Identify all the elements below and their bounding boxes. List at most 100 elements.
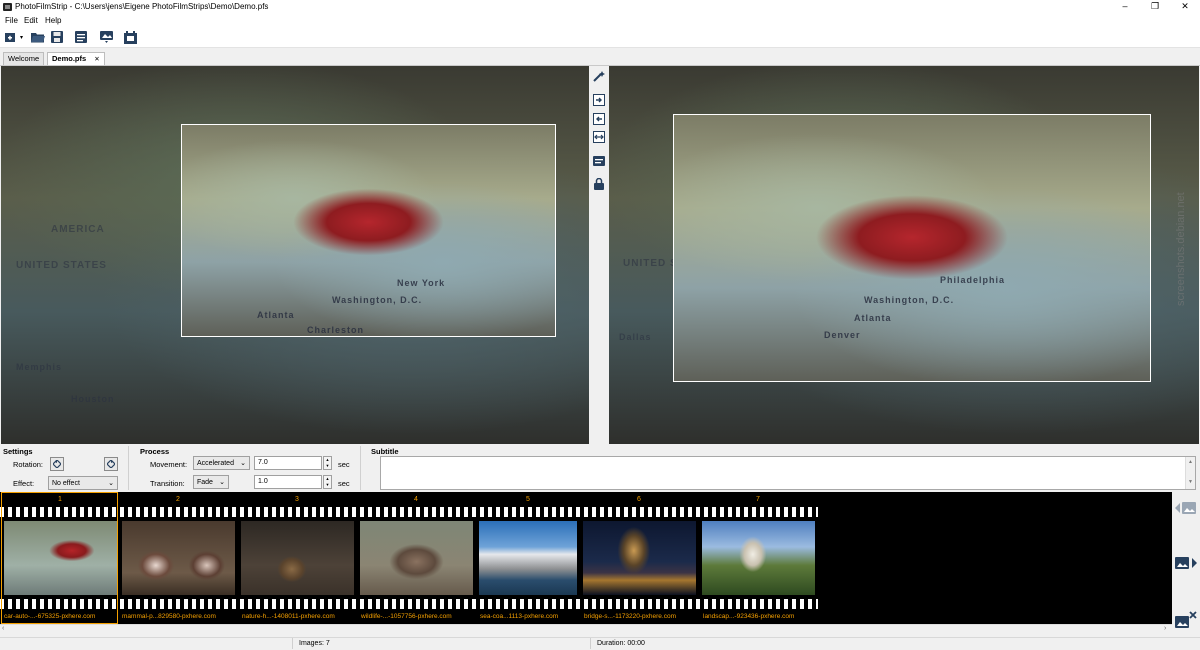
effect-select[interactable]: No effect ⌄ — [48, 476, 118, 490]
menu-bar — [0, 14, 1200, 26]
movement-label: Movement: — [150, 460, 188, 469]
thumbnail-caption: sea-coa...1113-pxhere.com — [480, 613, 559, 620]
transition-unit: sec — [338, 479, 350, 488]
movement-duration-input[interactable]: 7.0 — [254, 456, 322, 470]
status-divider — [292, 638, 293, 649]
start-selection-frame[interactable]: Washington, D.C. Atlanta New York Charle… — [181, 124, 556, 337]
thumbnail-sea-coast[interactable] — [479, 521, 577, 595]
map-label: Washington, D.C. — [332, 295, 423, 305]
tab-demo[interactable]: Demo.pfs ✕ — [47, 52, 105, 65]
subtitle-textarea[interactable] — [380, 456, 1196, 490]
remove-image-icon[interactable] — [1174, 609, 1198, 631]
map-label: Philadelphia — [940, 275, 1006, 285]
movement-duration-spinner[interactable]: ▲ ▼ — [323, 456, 332, 470]
save-icon[interactable] — [50, 30, 64, 44]
frame-number: 3 — [295, 496, 299, 503]
map-label: UNITED STATES — [16, 260, 107, 271]
move-image-left-icon[interactable] — [1174, 497, 1198, 519]
menu-edit[interactable]: Edit — [24, 16, 38, 25]
transition-value: Fade — [197, 478, 213, 486]
thumbnail-bridge[interactable] — [583, 521, 696, 595]
map-label: AMERICA — [51, 224, 105, 235]
minimize-button[interactable]: – — [1110, 0, 1140, 14]
process-header: Process — [140, 447, 170, 456]
rotate-left-button[interactable] — [50, 457, 64, 471]
window-title: PhotoFilmStrip - C:\Users\jens\Eigene Ph… — [15, 2, 269, 11]
thumbnail-caption: car-auto-...-675325-pxhere.com — [4, 613, 96, 620]
lock-icon[interactable] — [593, 178, 605, 190]
movement-select[interactable]: Accelerated ⌄ — [193, 456, 250, 470]
filmstrip-scrollbar[interactable] — [0, 624, 1172, 636]
thumbnail-caption: mammal-p...829580-pxhere.com — [122, 613, 216, 620]
thumbnail-caption: bridge-s...-1173220-pxhere.com — [584, 613, 677, 620]
rotation-label: Rotation: — [13, 460, 44, 469]
map-label: Denver — [824, 330, 861, 340]
movement-unit: sec — [338, 460, 350, 469]
new-dropdown-icon[interactable]: ▾ — [20, 34, 23, 41]
tab-welcome[interactable]: Welcome — [3, 52, 45, 65]
render-film-icon[interactable] — [123, 30, 137, 44]
thumbnail-monkeys[interactable] — [360, 521, 473, 595]
end-rect-preview[interactable]: UNITED STATES Dallas Washington, D.C. Ph… — [609, 66, 1199, 444]
subtitle-header: Subtitle — [371, 447, 399, 456]
map-label: Houston — [71, 394, 115, 404]
frame-number: 7 — [756, 496, 760, 503]
frame-number: 4 — [414, 496, 418, 503]
tab-strip — [0, 48, 1200, 66]
close-tab-icon[interactable]: ✕ — [94, 56, 99, 63]
chevron-down-icon: ⌄ — [219, 479, 225, 486]
settings-header: Settings — [3, 447, 33, 456]
magic-wand-icon[interactable] — [593, 70, 605, 82]
film-perforation-top — [0, 507, 818, 517]
duration-status: Duration: 00:00 — [597, 640, 645, 647]
subtitle-scrollbar[interactable]: ▲ ▼ — [1185, 457, 1195, 489]
open-folder-icon[interactable] — [31, 30, 45, 44]
rotate-left-icon — [53, 460, 61, 468]
movement-value: Accelerated — [197, 459, 234, 467]
copy-to-start-icon[interactable] — [593, 113, 605, 125]
swap-rects-icon[interactable] — [593, 131, 605, 143]
map-label: Charleston — [307, 325, 365, 335]
transition-duration-input[interactable]: 1.0 — [254, 475, 322, 489]
tab-label: Welcome — [8, 54, 40, 63]
close-window-button[interactable]: ✕ — [1170, 0, 1200, 14]
thumbnail-landscape[interactable] — [702, 521, 815, 595]
scroll-left-icon[interactable]: ‹ — [2, 625, 4, 632]
film-perforation-bottom — [0, 599, 818, 609]
slideshow-icon[interactable] — [99, 30, 113, 44]
thumbnail-caption: wildlife-...-1057756-pxhere.com — [361, 613, 452, 620]
maximize-button[interactable]: ❐ — [1140, 0, 1170, 14]
chevron-down-icon: ⌄ — [108, 480, 114, 487]
subtitle-tool-icon[interactable] — [593, 155, 605, 167]
end-selection-frame[interactable]: Washington, D.C. Philadelphia Atlanta De… — [673, 114, 1151, 382]
copy-to-end-icon[interactable] — [593, 94, 605, 106]
rotate-right-icon — [107, 460, 115, 468]
map-label: New York — [397, 278, 446, 288]
thumbnail-squirrel[interactable] — [241, 521, 354, 595]
frame-number: 2 — [176, 496, 180, 503]
divider — [360, 446, 361, 490]
divider — [128, 446, 129, 490]
thumbnail-pigs[interactable] — [122, 521, 235, 595]
selection-image — [674, 115, 1150, 381]
scroll-right-icon[interactable]: › — [1164, 625, 1166, 632]
watermark-text: screenshots.debian.net — [1175, 192, 1187, 306]
new-project-icon[interactable] — [4, 30, 18, 44]
properties-icon[interactable] — [74, 30, 88, 44]
menu-help[interactable]: Help — [45, 16, 61, 25]
transition-duration-spinner[interactable]: ▲ ▼ — [323, 475, 332, 489]
frame-number: 5 — [526, 496, 530, 503]
transition-select[interactable]: Fade ⌄ — [193, 475, 229, 489]
map-label: Dallas — [619, 332, 652, 342]
effect-label: Effect: — [13, 479, 35, 488]
map-label: Atlanta — [257, 310, 295, 320]
start-rect-preview[interactable]: AMERICA UNITED STATES Memphis Houston Wa… — [1, 66, 589, 444]
move-image-right-icon[interactable] — [1174, 552, 1198, 574]
tab-label: Demo.pfs — [52, 54, 87, 63]
chevron-down-icon: ⌄ — [240, 460, 246, 467]
rotate-right-button[interactable] — [104, 457, 118, 471]
thumbnail-car[interactable] — [4, 521, 117, 595]
menu-file[interactable]: File — [5, 16, 18, 25]
toolbar — [0, 26, 1200, 48]
app-icon — [3, 3, 12, 11]
